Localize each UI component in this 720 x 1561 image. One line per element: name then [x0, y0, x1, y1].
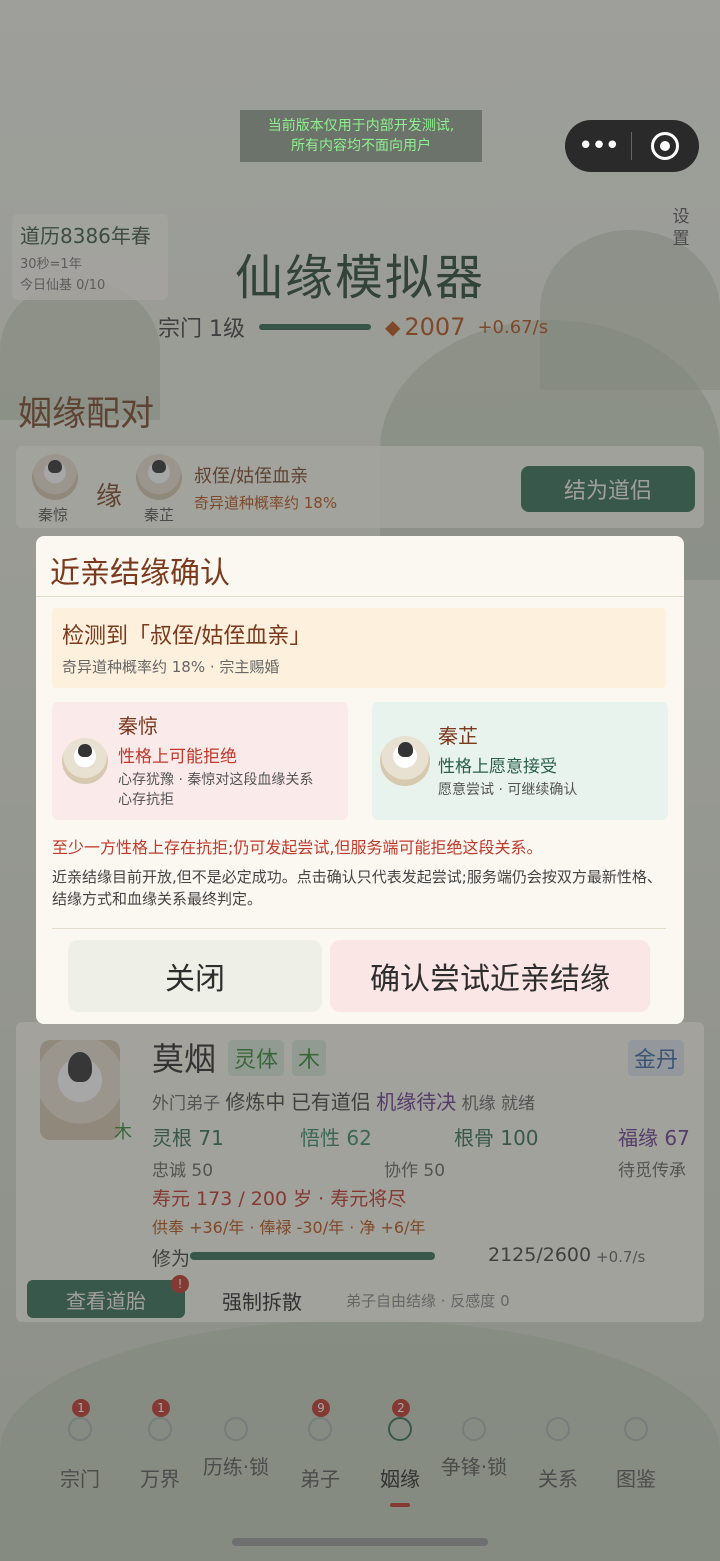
person-a-desc: 心存犹豫 · 秦惊对这段血缘关系 心存抗拒 [118, 770, 313, 810]
close-miniapp-icon[interactable] [632, 132, 698, 160]
dialog-note: 近亲结缘目前开放,但不是必定成功。点击确认只代表发起尝试;服务端仍会按双方最新性… [52, 868, 662, 908]
close-button[interactable]: 关闭 [68, 940, 322, 1012]
dev-notice-line1: 当前版本仅用于内部开发测试, [267, 118, 455, 134]
person-a-panel: 秦惊 性格上可能拒绝 心存犹豫 · 秦惊对这段血缘关系 心存抗拒 [52, 702, 348, 820]
person-a-avatar [62, 738, 108, 784]
person-b-desc: 愿意尝试 · 可继续确认 [438, 782, 578, 798]
miniapp-capsule: ••• [565, 120, 699, 172]
confirm-attempt-button[interactable]: 确认尝试近亲结缘 [330, 940, 650, 1012]
detect-title: 检测到「叔侄/姑侄血亲」 [62, 624, 312, 649]
person-b-panel: 秦芷 性格上愿意接受 愿意尝试 · 可继续确认 [372, 702, 668, 820]
dialog-title: 近亲结缘确认 [50, 556, 230, 591]
dialog-divider-bottom [52, 928, 666, 929]
consanguine-confirm-dialog: 近亲结缘确认 检测到「叔侄/姑侄血亲」 奇异道种概率约 18% · 宗主赐婚 秦… [36, 536, 684, 1024]
person-a-desc-line1: 心存犹豫 · 秦惊对这段血缘关系 [118, 772, 314, 788]
dev-notice: 当前版本仅用于内部开发测试, 所有内容均不面向用户 [240, 110, 482, 162]
dev-notice-line2: 所有内容均不面向用户 [291, 138, 431, 154]
detect-panel: 检测到「叔侄/姑侄血亲」 奇异道种概率约 18% · 宗主赐婚 [52, 608, 666, 688]
person-a-name: 秦惊 [118, 714, 158, 738]
dialog-warning: 至少一方性格上存在抗拒;仍可发起尝试,但服务端可能拒绝这段关系。 [52, 838, 543, 857]
person-a-attitude: 性格上可能拒绝 [118, 747, 237, 767]
person-b-name: 秦芷 [438, 724, 478, 748]
more-icon[interactable]: ••• [565, 120, 631, 172]
person-b-attitude: 性格上愿意接受 [438, 757, 557, 777]
dialog-divider [36, 596, 684, 597]
detect-subtitle: 奇异道种概率约 18% · 宗主赐婚 [62, 658, 280, 676]
person-a-desc-line2: 心存抗拒 [118, 792, 174, 808]
person-b-avatar [380, 736, 430, 786]
